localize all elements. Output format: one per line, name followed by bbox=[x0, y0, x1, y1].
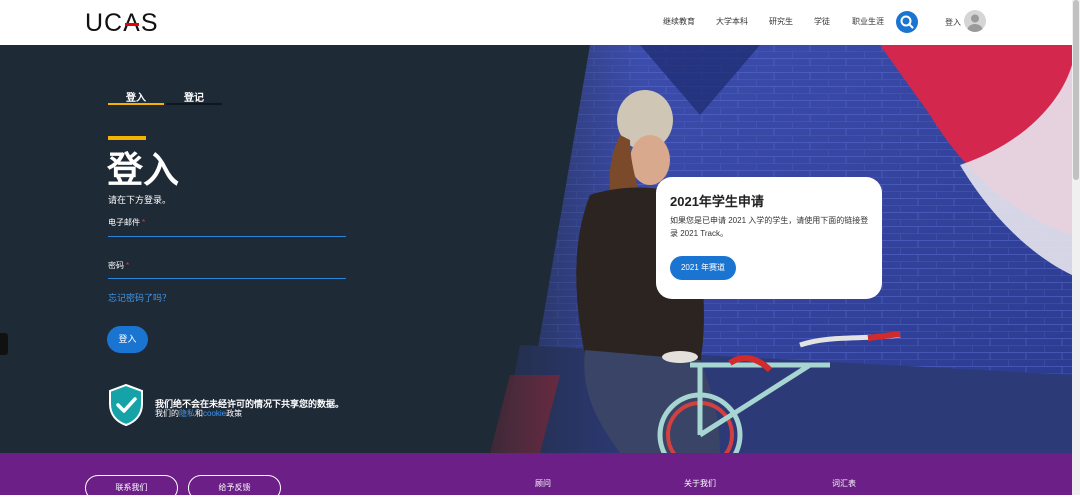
scrollbar-thumb[interactable] bbox=[1073, 0, 1079, 180]
track-2021-button[interactable]: 2021 年赛道 bbox=[670, 256, 736, 280]
site-footer: 联系我们 给予反馈 顾问 关于我们 词汇表 bbox=[0, 453, 1072, 495]
title-accent-bar bbox=[108, 136, 146, 140]
page-subtitle: 请在下方登录。 bbox=[108, 195, 172, 205]
password-underline bbox=[108, 278, 346, 279]
email-field[interactable] bbox=[108, 220, 346, 236]
signin-submit-button[interactable]: 登入 bbox=[107, 326, 148, 353]
give-feedback-button[interactable]: 给予反馈 bbox=[188, 475, 281, 495]
nav-postgraduate[interactable]: 研究生 bbox=[769, 16, 793, 27]
nav-careers[interactable]: 职业生涯 bbox=[852, 16, 884, 27]
footer-link-advisers[interactable]: 顾问 bbox=[535, 478, 551, 489]
user-avatar-icon[interactable] bbox=[964, 10, 986, 32]
track-2021-card: 2021年学生申请 如果您是已申请 2021 入学的学生，请使用下面的链接登录 … bbox=[656, 177, 882, 299]
tab-signin-underline bbox=[108, 103, 164, 105]
footer-link-glossary[interactable]: 词汇表 bbox=[832, 478, 856, 489]
header-signin-link[interactable]: 登入 bbox=[945, 17, 961, 28]
search-icon bbox=[900, 15, 914, 29]
privacy-policy-line: 我们的隐私和cookie政策 bbox=[155, 409, 243, 418]
card-text: 如果您是已申请 2021 入学的学生，请使用下面的链接登录 2021 Track… bbox=[670, 216, 869, 238]
page-title: 登入 bbox=[107, 149, 180, 190]
ucas-logo[interactable]: UCΛS bbox=[85, 9, 159, 38]
tab-register[interactable]: 登记 bbox=[166, 89, 222, 108]
forgot-password-link[interactable]: 忘记密码了吗？ bbox=[108, 291, 171, 304]
site-header: UCΛS 继续教育 大学本科 研究生 学徒 职业生涯 登入 bbox=[0, 0, 1072, 45]
hero-section: 登入 登记 登入 请在下方登录。 电子邮件 * 密码 * 忘记密码了吗？ 登入 我们… bbox=[0, 45, 1072, 453]
password-field[interactable] bbox=[108, 263, 346, 279]
nav-undergraduate[interactable]: 大学本科 bbox=[716, 16, 748, 27]
page-scrollbar[interactable] bbox=[1072, 0, 1080, 495]
side-feedback-tab[interactable] bbox=[0, 333, 8, 355]
card-title: 2021年学生申请 bbox=[670, 194, 764, 209]
nav-apprenticeships[interactable]: 学徒 bbox=[814, 16, 830, 27]
tab-register-underline bbox=[166, 103, 222, 105]
cookie-link[interactable]: cookie bbox=[203, 409, 226, 418]
footer-link-about-us[interactable]: 关于我们 bbox=[684, 478, 716, 489]
shield-check-icon bbox=[109, 384, 143, 426]
nav-further-education[interactable]: 继续教育 bbox=[663, 16, 695, 27]
contact-us-button[interactable]: 联系我们 bbox=[85, 475, 178, 495]
search-button[interactable] bbox=[896, 11, 918, 33]
privacy-link[interactable]: 隐私 bbox=[179, 409, 195, 418]
tab-signin[interactable]: 登入 bbox=[108, 89, 164, 108]
email-underline bbox=[108, 236, 346, 237]
